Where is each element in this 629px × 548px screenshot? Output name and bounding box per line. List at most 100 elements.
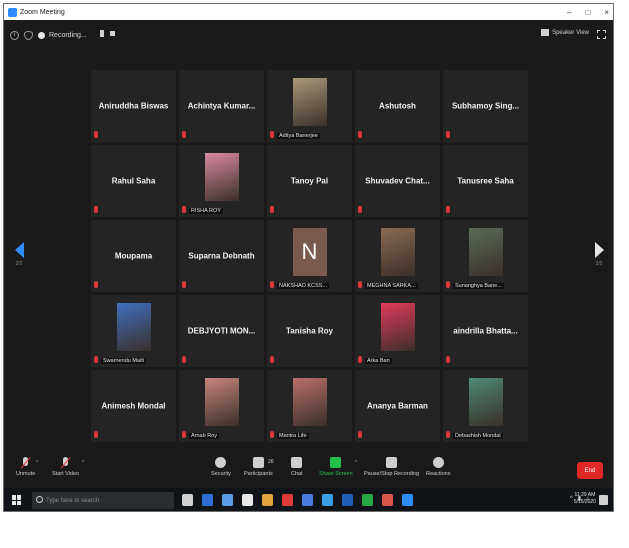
- taskbar-app-icon[interactable]: [322, 494, 333, 506]
- zoom-app-icon: [8, 7, 17, 17]
- muted-microphone-icon: [182, 206, 186, 213]
- muted-microphone-icon: [182, 131, 186, 138]
- muted-microphone-icon: [182, 356, 186, 363]
- gallery-grid: Aniruddha Biswas Achintya Kumar... Aditya …: [91, 70, 528, 442]
- participants-count: 26: [268, 459, 274, 465]
- taskbar-app-icon[interactable]: [222, 494, 233, 506]
- reactions-button[interactable]: Reactions: [426, 457, 450, 477]
- taskbar-app-icon[interactable]: [202, 494, 213, 506]
- recording-dot-icon: [38, 31, 45, 39]
- notification-center-icon[interactable]: [599, 495, 608, 505]
- previous-page-button[interactable]: 2/2: [9, 242, 29, 267]
- participant-tile[interactable]: Mantra Life: [267, 370, 352, 442]
- end-meeting-button[interactable]: End: [577, 462, 603, 479]
- participant-name: Ashutosh: [379, 101, 416, 111]
- muted-microphone-icon: [94, 131, 98, 138]
- participant-tile[interactable]: Swarnendu Maiti: [91, 295, 176, 367]
- stop-recording-icon[interactable]: [110, 31, 115, 36]
- muted-microphone-icon: [446, 131, 450, 138]
- tray-chevron-icon[interactable]: ^: [570, 496, 573, 502]
- encryption-shield-icon[interactable]: [24, 31, 33, 40]
- participant-tile[interactable]: Arnab Roy: [179, 370, 264, 442]
- participant-tile[interactable]: aindrilla Bhatta...: [443, 295, 528, 367]
- video-off-icon: [60, 457, 71, 468]
- participant-name: Subhamoy Sing...: [451, 101, 520, 111]
- muted-microphone-icon: [358, 206, 362, 213]
- participant-tile[interactable]: Ashutosh: [355, 70, 440, 142]
- search-icon: [36, 496, 43, 503]
- participant-tile[interactable]: Subhamoy Sing...: [443, 70, 528, 142]
- participant-tile[interactable]: Arka Ban: [355, 295, 440, 367]
- share-screen-button[interactable]: Share Screen: [319, 457, 353, 477]
- participant-tile[interactable]: Suparna Debnath: [179, 220, 264, 292]
- taskbar-app-icon[interactable]: [282, 494, 293, 506]
- participant-name: Tanoy Pal: [290, 176, 329, 186]
- muted-microphone-icon: [270, 131, 274, 138]
- reactions-smiley-icon: [432, 457, 444, 468]
- taskbar-search-input[interactable]: Type here to search: [32, 492, 174, 509]
- taskbar-app-icon[interactable]: [342, 494, 353, 506]
- participant-tile[interactable]: Tanoy Pal: [267, 145, 352, 217]
- chat-button[interactable]: Chat: [291, 457, 303, 477]
- participant-name: NAKSHAO KCSS...: [277, 283, 329, 289]
- participant-tile[interactable]: Tanisha Roy: [267, 295, 352, 367]
- start-video-button[interactable]: Start Video: [52, 457, 79, 477]
- zoom-window: Zoom Meeting – □ × i Recording... Speake…: [3, 3, 614, 512]
- taskbar-app-icon[interactable]: [402, 494, 413, 506]
- participant-photo: [380, 228, 415, 276]
- muted-microphone-icon: [94, 356, 98, 363]
- window-title: Zoom Meeting: [20, 8, 65, 16]
- video-options-chevron-icon[interactable]: ^: [82, 460, 84, 466]
- muted-microphone-icon: [358, 281, 362, 288]
- speaker-view-button[interactable]: Speaker View: [541, 29, 589, 36]
- taskbar-app-icon[interactable]: [242, 494, 253, 506]
- taskbar-app-icon[interactable]: [382, 494, 393, 506]
- audio-options-chevron-icon[interactable]: ^: [36, 460, 38, 466]
- unmute-label: Unmute: [16, 471, 36, 477]
- participant-name: Mantra Life: [277, 433, 309, 439]
- share-options-chevron-icon[interactable]: ^: [355, 460, 357, 466]
- participant-tile[interactable]: Aditya Banerjee: [267, 70, 352, 142]
- pause-stop-recording-label: Pause/Stop Recording: [364, 471, 420, 477]
- participant-tile[interactable]: RISHA ROY: [179, 145, 264, 217]
- participant-tile[interactable]: Achintya Kumar...: [179, 70, 264, 142]
- close-icon[interactable]: ×: [604, 8, 609, 17]
- taskbar-app-icon[interactable]: [362, 494, 373, 506]
- security-button[interactable]: Security: [211, 457, 231, 477]
- unmute-button[interactable]: Unmute: [16, 457, 35, 477]
- participant-tile[interactable]: Moupama: [91, 220, 176, 292]
- participant-tile[interactable]: Sunanghya Bane...: [443, 220, 528, 292]
- participant-tile[interactable]: MEGHNA SARKA...: [355, 220, 440, 292]
- participant-tile[interactable]: Ananya Barman: [355, 370, 440, 442]
- reactions-label: Reactions: [426, 471, 451, 477]
- participant-photo: [468, 378, 503, 426]
- participant-tile[interactable]: Shuvadev Chat...: [355, 145, 440, 217]
- participant-name: Swarnendu Maiti: [101, 358, 146, 364]
- participant-tile[interactable]: N NAKSHAO KCSS...: [267, 220, 352, 292]
- pause-stop-recording-button[interactable]: Pause/Stop Recording: [364, 457, 419, 477]
- participant-tile[interactable]: DEBJYOTI MON...: [179, 295, 264, 367]
- taskbar-clock[interactable]: 11:29 AM 5/15/2020: [574, 492, 596, 506]
- pause-recording-icon[interactable]: [100, 30, 104, 37]
- participant-initial-avatar: N: [292, 228, 327, 276]
- maximize-icon[interactable]: □: [585, 8, 590, 17]
- participant-tile[interactable]: Tanusree Saha: [443, 145, 528, 217]
- participant-tile[interactable]: Animesh Mondal: [91, 370, 176, 442]
- taskbar-app-icon[interactable]: [302, 494, 313, 506]
- minimize-icon[interactable]: –: [567, 8, 571, 17]
- meeting-info-icon[interactable]: i: [10, 31, 19, 40]
- participant-photo: [468, 228, 503, 276]
- participant-tile[interactable]: Debashish Mondal: [443, 370, 528, 442]
- participant-name: Rahul Saha: [111, 176, 156, 186]
- taskbar-app-icon[interactable]: [262, 494, 273, 506]
- participant-tile[interactable]: Rahul Saha: [91, 145, 176, 217]
- participant-tile[interactable]: Aniruddha Biswas: [91, 70, 176, 142]
- fullscreen-icon[interactable]: [597, 30, 606, 39]
- next-page-button[interactable]: 2/2: [589, 242, 609, 267]
- muted-microphone-icon: [446, 281, 450, 288]
- participant-name: Shuvadev Chat...: [365, 176, 430, 186]
- participant-name: MEGHNA SARKA...: [365, 283, 418, 289]
- windows-start-icon[interactable]: [12, 495, 22, 505]
- meeting-top-bar: i Recording... Speaker View: [4, 20, 613, 54]
- taskbar-app-icon[interactable]: [182, 494, 193, 506]
